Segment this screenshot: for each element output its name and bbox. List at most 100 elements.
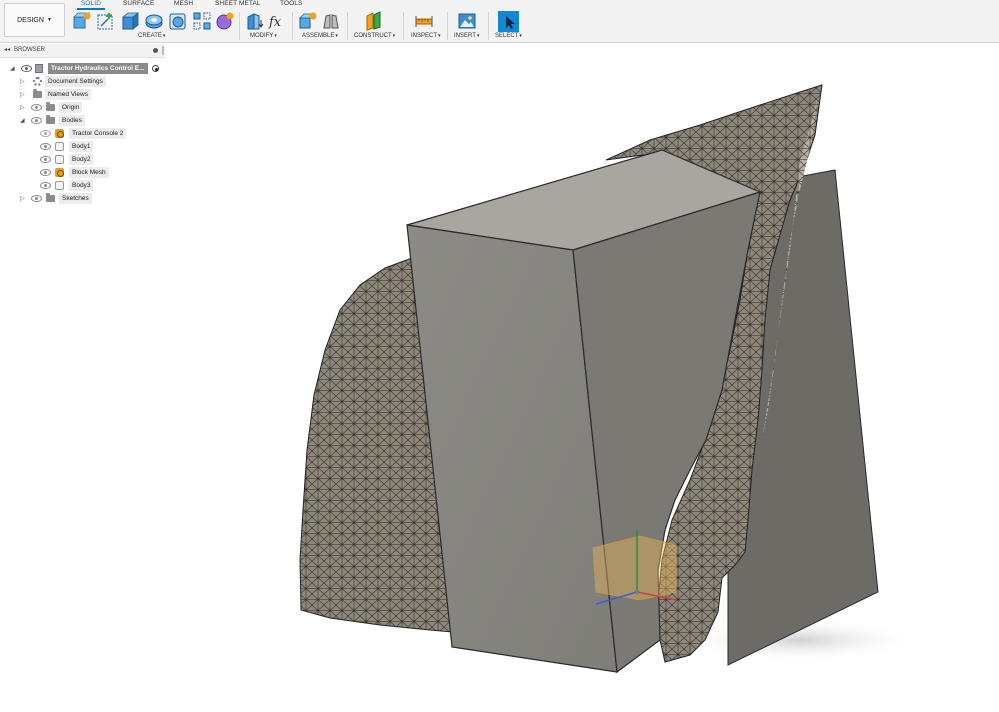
mesh-body-icon [55,168,64,177]
browser-title: BROWSER [14,47,46,53]
body-icon [55,155,64,164]
visibility-eye-icon[interactable] [40,155,51,164]
select-menu[interactable]: SELECT▾ [495,33,522,39]
browser-scrollbar[interactable] [162,46,164,55]
tree-row-body1[interactable]: Body1 [0,140,165,153]
visibility-eye-icon[interactable] [31,194,42,203]
gear-icon [33,77,42,86]
tree-row-document-settings[interactable]: ▷ Document Settings [0,75,165,88]
active-tab-indicator [77,8,105,10]
tree-label: Body2 [69,154,94,165]
expand-triangle-icon[interactable]: ▷ [20,195,25,202]
folder-icon [33,89,42,98]
body-icon [55,142,64,151]
folder-icon [46,102,55,111]
new-component-assemble-icon[interactable] [298,11,318,31]
svg-text:fx: fx [268,15,282,30]
tree-label: Named Views [45,89,91,100]
expand-triangle-icon[interactable]: ▷ [20,91,25,98]
offset-plane-icon[interactable] [364,11,384,31]
right-mesh-ridge[interactable] [605,84,823,663]
visibility-eye-icon[interactable] [40,129,51,138]
create-form-icon[interactable] [215,11,235,31]
toolbar-divider [447,12,448,40]
block-front-face[interactable] [406,224,618,673]
toolbar-divider [239,12,240,40]
mesh-highlight-strip [762,95,818,440]
tab-sheet-metal[interactable]: SHEET METAL [215,0,261,9]
tree-row-bodies[interactable]: ◢ Bodies [0,114,165,127]
tree-row-named-views[interactable]: ▷ Named Views [0,88,165,101]
caret-down-icon: ▼ [46,17,52,23]
workspace-label: DESIGN [17,16,44,24]
insert-menu[interactable]: INSERT▾ [454,33,479,39]
visibility-eye-icon[interactable] [31,103,42,112]
tab-tools[interactable]: TOOLS [280,0,302,9]
assemble-menu[interactable]: ASSEMBLE▾ [302,33,338,39]
tree-row-tractor-console-2[interactable]: Tractor Console 2 [0,127,165,140]
visibility-eye-icon[interactable] [40,181,51,190]
inspect-menu[interactable]: INSPECT▾ [411,33,441,39]
toolbar-divider [403,12,404,40]
tab-mesh[interactable]: MESH [174,0,193,9]
tree-label: Body1 [69,141,94,152]
create-sketch-icon[interactable] [96,11,116,31]
parameters-icon[interactable]: fx [268,11,288,31]
tab-surface[interactable]: SURFACE [123,0,154,9]
block-right-face[interactable] [572,191,761,674]
expand-triangle-icon[interactable]: ▷ [20,78,25,85]
toolbar-divider [488,12,489,40]
toolbar-divider [292,12,293,40]
sweep-icon[interactable] [168,11,188,31]
joint-icon[interactable] [321,11,341,31]
expand-triangle-icon[interactable]: ◢ [10,65,15,72]
insert-image-icon[interactable] [457,11,477,31]
fusion-app-window: DESIGN ▼ SOLID SURFACE MESH SHEET METAL … [0,0,999,712]
tree-label: Bodies [59,115,85,126]
origin-triad-icon[interactable] [592,530,677,605]
tree-row-sketches[interactable]: ▷ Sketches [0,192,165,205]
create-menu[interactable]: CREATE▾ [138,33,165,39]
construct-menu[interactable]: CONSTRUCT▾ [354,33,395,39]
expand-triangle-icon[interactable]: ▷ [20,104,25,111]
new-component-icon[interactable] [72,11,92,31]
tree-label: Origin [59,102,83,113]
modify-menu[interactable]: MODIFY▾ [250,33,277,39]
tree-label: Body3 [69,180,94,191]
tree-label: Tractor Console 2 [69,128,127,139]
press-pull-icon[interactable] [244,11,264,31]
tree-row-body2[interactable]: Body2 [0,153,165,166]
block-top-face[interactable] [406,149,762,251]
visibility-eye-icon[interactable] [40,168,51,177]
measure-icon[interactable] [414,11,434,31]
tree-row-body3[interactable]: Body3 [0,179,165,192]
body-icon [55,181,64,190]
visibility-eye-icon[interactable] [40,142,51,151]
browser-header: ◂◂ BROWSER [0,44,165,58]
pattern-icon[interactable] [192,11,212,31]
tree-label: Document Settings [45,76,106,87]
visibility-eye-icon[interactable] [31,116,42,125]
back-slab-face[interactable] [727,169,879,666]
collapse-triangle-icon[interactable]: ◢ [20,117,25,124]
browser-pin-icon[interactable] [153,48,158,53]
folder-icon [46,193,55,202]
toolbar: DESIGN ▼ SOLID SURFACE MESH SHEET METAL … [0,0,999,43]
document-icon [35,64,43,73]
folder-icon [46,115,55,124]
tree-label-root: Tractor Hydraulics Control E... [48,63,148,74]
extrude-icon[interactable] [120,11,140,31]
visibility-eye-icon[interactable] [21,64,32,73]
left-mesh-body[interactable] [299,257,453,633]
revolve-icon[interactable] [144,11,164,31]
tree-label: Sketches [59,193,92,204]
tree-row-block-mesh[interactable]: Block Mesh [0,166,165,179]
collapse-browser-icon[interactable]: ◂◂ [4,46,10,53]
select-icon[interactable] [498,11,519,32]
workspace-switcher-button[interactable]: DESIGN ▼ [4,3,65,37]
toolbar-divider [347,12,348,40]
tree-label: Block Mesh [69,167,109,178]
tree-row-origin[interactable]: ▷ Origin [0,101,165,114]
activate-radio-icon[interactable] [152,65,159,72]
tree-row-root[interactable]: ◢ Tractor Hydraulics Control E... [0,62,165,75]
